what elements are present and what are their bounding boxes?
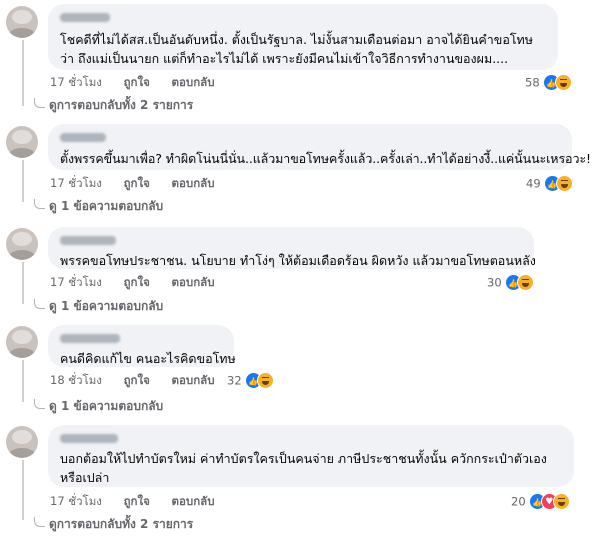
comment-time[interactable]: 18 ชั่วโมง <box>50 373 102 387</box>
comment-actions: 17 ชั่วโมง ถูกใจ ตอบกลับ <box>50 74 233 90</box>
haha-icon <box>553 493 571 510</box>
reply-button[interactable]: ตอบกลับ <box>172 75 215 89</box>
comment-bubble: โชคดีที่ไม่ได้สส.เป็นอันดับหนึ่ง. ตั้งเป… <box>48 4 558 70</box>
comment-actions: 17 ชั่วโมง ถูกใจ ตอบกลับ <box>50 274 233 290</box>
author-name-blurred[interactable] <box>60 236 116 245</box>
view-replies-label: ดู 1 ข้อความตอบกลับ <box>49 199 164 213</box>
comment-text: บอกต้อมให้ไปทำบัตรใหม่ ค่าทำบัตรใครเป็นค… <box>60 451 547 485</box>
comment-time[interactable]: 17 ชั่วโมง <box>50 176 102 190</box>
comment-actions: 17 ชั่วโมง ถูกใจ ตอบกลับ <box>50 493 233 509</box>
reaction-count: 30 <box>487 275 502 290</box>
comment-bubble: ตั้งพรรคขึ้นมาเพื่อ? ทำผิดโน่นนี่นั่น..แ… <box>48 124 591 170</box>
avatar[interactable] <box>6 228 38 260</box>
reaction-summary[interactable]: 32 <box>227 372 275 390</box>
comment-bubble: พรรคขอโทษประชาชน. นโยบาย ทำโง่ๆ ให้ต้อมเ… <box>48 227 536 269</box>
author-name-blurred[interactable] <box>60 133 106 142</box>
reaction-summary[interactable]: 30 <box>487 274 535 292</box>
reaction-count: 58 <box>525 75 540 90</box>
reaction-summary[interactable]: 58 <box>525 74 573 92</box>
haha-icon <box>556 175 574 192</box>
author-name-blurred[interactable] <box>60 434 118 443</box>
haha-icon <box>517 274 535 291</box>
view-replies-label: ดู 1 ข้อความตอบกลับ <box>49 399 164 413</box>
reply-button[interactable]: ตอบกลับ <box>172 275 215 289</box>
thread-line <box>22 460 24 520</box>
comment-time[interactable]: 17 ชั่วโมง <box>50 75 102 89</box>
comment-bubble: บอกต้อมให้ไปทำบัตรใหม่ ค่าทำบัตรใครเป็นค… <box>48 425 574 487</box>
like-button[interactable]: ถูกใจ <box>124 176 150 190</box>
reply-button[interactable]: ตอบกลับ <box>172 373 215 387</box>
view-replies-link[interactable]: ดู 1 ข้อความตอบกลับ <box>34 197 163 215</box>
reaction-summary[interactable]: 49 <box>526 175 574 193</box>
like-button[interactable]: ถูกใจ <box>124 373 150 387</box>
view-replies-link[interactable]: ดู 1 ข้อความตอบกลับ <box>34 397 163 415</box>
comment-text: คนดีคิดแก้ไข คนอะไรคิดขอโทษ <box>60 351 236 366</box>
thread-line <box>22 360 24 402</box>
reply-hook-icon <box>34 399 45 409</box>
thread-line <box>22 262 24 304</box>
view-replies-label: ดู 1 ข้อความตอบกลับ <box>49 299 164 313</box>
reply-hook-icon <box>34 517 45 527</box>
comment-text: ตั้งพรรคขึ้นมาเพื่อ? ทำผิดโน่นนี่นั่น..แ… <box>60 151 591 166</box>
like-button[interactable]: ถูกใจ <box>124 75 150 89</box>
reaction-count: 49 <box>526 176 541 191</box>
haha-icon <box>257 372 275 389</box>
author-name-blurred[interactable] <box>60 13 110 22</box>
view-replies-label: ดูการตอบกลับทั้ง 2 รายการ <box>49 98 194 112</box>
view-replies-link[interactable]: ดู 1 ข้อความตอบกลับ <box>34 297 163 315</box>
reaction-summary[interactable]: 20 <box>511 493 571 511</box>
comment-actions: 17 ชั่วโมง ถูกใจ ตอบกลับ <box>50 175 233 191</box>
comment-time[interactable]: 17 ชั่วโมง <box>50 494 102 508</box>
comment-text: โชคดีที่ไม่ได้สส.เป็นอันดับหนึ่ง. ตั้งเป… <box>60 32 534 66</box>
like-button[interactable]: ถูกใจ <box>124 275 150 289</box>
reply-hook-icon <box>34 98 45 108</box>
reply-hook-icon <box>34 299 45 309</box>
reaction-count: 20 <box>511 494 526 509</box>
view-replies-link[interactable]: ดูการตอบกลับทั้ง 2 รายการ <box>34 515 193 533</box>
haha-icon <box>555 74 573 91</box>
avatar[interactable] <box>6 426 38 458</box>
reply-button[interactable]: ตอบกลับ <box>172 494 215 508</box>
thread-line <box>22 160 24 202</box>
reply-hook-icon <box>34 199 45 209</box>
avatar[interactable] <box>6 6 38 38</box>
like-button[interactable]: ถูกใจ <box>124 494 150 508</box>
thread-line <box>22 40 24 106</box>
comment-time[interactable]: 17 ชั่วโมง <box>50 275 102 289</box>
comment-text: พรรคขอโทษประชาชน. นโยบาย ทำโง่ๆ ให้ต้อมเ… <box>60 253 536 268</box>
comment-actions: 18 ชั่วโมง ถูกใจ ตอบกลับ <box>50 372 233 388</box>
avatar[interactable] <box>6 326 38 358</box>
view-replies-link[interactable]: ดูการตอบกลับทั้ง 2 รายการ <box>34 96 193 114</box>
reply-button[interactable]: ตอบกลับ <box>172 176 215 190</box>
author-name-blurred[interactable] <box>60 334 120 343</box>
reaction-count: 32 <box>227 373 242 388</box>
view-replies-label: ดูการตอบกลับทั้ง 2 รายการ <box>49 517 194 531</box>
comment-bubble: คนดีคิดแก้ไข คนอะไรคิดขอโทษ <box>48 325 236 367</box>
avatar[interactable] <box>6 126 38 158</box>
